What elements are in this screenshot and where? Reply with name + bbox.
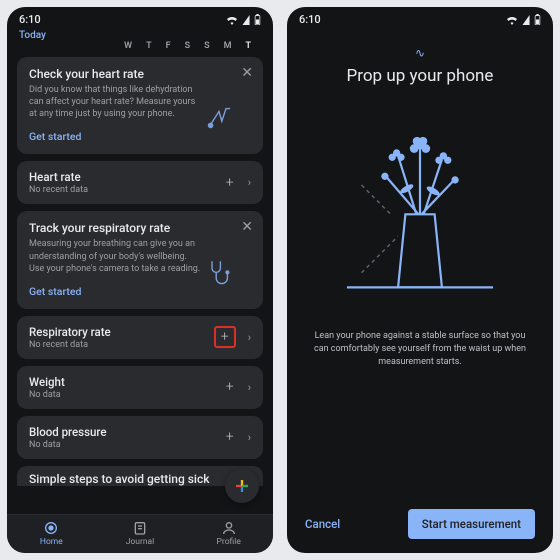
action-bar: Cancel Start measurement (287, 497, 553, 553)
wifi-icon (226, 15, 238, 25)
journal-icon (132, 520, 148, 536)
status-bar: 6:10 (7, 7, 273, 28)
close-icon[interactable]: ✕ (241, 219, 253, 235)
add-icon[interactable]: + (226, 379, 234, 395)
main-scroll[interactable]: Check your heart rate Did you know that … (7, 57, 273, 514)
status-icons (226, 14, 261, 25)
nav-profile[interactable]: Profile (184, 515, 273, 553)
heart-rate-promo-card[interactable]: Check your heart rate Did you know that … (17, 57, 263, 154)
stethoscope-illustration (205, 257, 233, 285)
heart-rate-row[interactable]: Heart rate No recent data + › (17, 161, 263, 204)
nav-journal[interactable]: Journal (96, 515, 185, 553)
status-bar: 6:10 (287, 7, 553, 28)
start-measurement-button[interactable]: Start measurement (408, 509, 535, 539)
respiratory-promo-card[interactable]: Track your respiratory rate Measuring yo… (17, 211, 263, 308)
fab-add-button[interactable] (225, 469, 259, 503)
wifi-icon (506, 15, 518, 25)
weight-row[interactable]: Weight No data + › (17, 366, 263, 409)
home-icon (43, 520, 59, 536)
measurement-intro: ∿ Prop up your phone Lean your phone aga… (287, 28, 553, 497)
weekday-strip: W T F S S M T (7, 41, 273, 57)
cancel-button[interactable]: Cancel (305, 517, 340, 531)
card-title: Track your respiratory rate (29, 221, 251, 235)
status-icons (506, 14, 541, 25)
close-icon[interactable]: ✕ (241, 65, 253, 81)
get-started-link[interactable]: Get started (29, 285, 81, 298)
google-plus-icon (233, 477, 251, 495)
battery-icon (534, 14, 541, 25)
add-icon[interactable]: + (226, 429, 234, 445)
wave-icon: ∿ (415, 46, 425, 60)
phone-left: 6:10 Today W T F S S M T Check your hear… (7, 7, 273, 553)
today-label: Today (7, 28, 273, 41)
prop-desc: Lean your phone against a stable surface… (311, 330, 529, 369)
prop-title: Prop up your phone (347, 66, 494, 86)
chevron-right-icon[interactable]: › (248, 331, 251, 344)
bottom-nav: Home Journal Profile (7, 514, 273, 553)
chevron-right-icon[interactable]: › (248, 176, 251, 189)
card-title: Check your heart rate (29, 67, 251, 81)
signal-icon (521, 15, 531, 25)
battery-icon (254, 14, 261, 25)
blood-pressure-row[interactable]: Blood pressure No data + › (17, 416, 263, 459)
status-time: 6:10 (299, 13, 321, 26)
status-time: 6:10 (19, 13, 41, 26)
respiratory-rate-row[interactable]: Respiratory rate No recent data + › (17, 316, 263, 359)
chevron-right-icon[interactable]: › (248, 431, 251, 444)
phone-right: 6:10 ∿ Prop up your phone (287, 7, 553, 553)
chevron-right-icon[interactable]: › (248, 381, 251, 394)
signal-icon (241, 15, 251, 25)
add-respiratory-button[interactable]: + (214, 326, 236, 348)
nav-home[interactable]: Home (7, 515, 96, 553)
profile-icon (221, 520, 237, 536)
heart-rate-illustration (205, 103, 233, 131)
add-icon[interactable]: + (226, 175, 234, 191)
flowers-vase-illustration (345, 112, 495, 302)
get-started-link[interactable]: Get started (29, 130, 81, 143)
